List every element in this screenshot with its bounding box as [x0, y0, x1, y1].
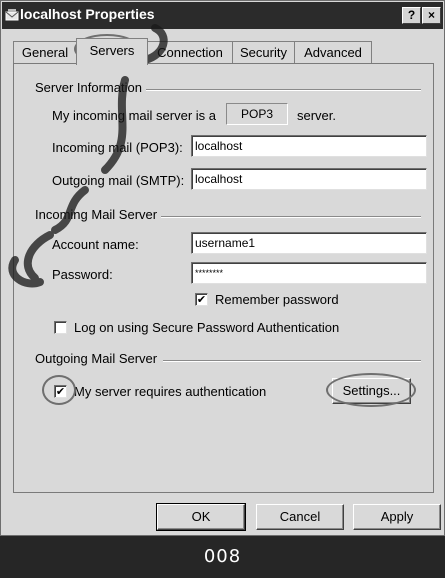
incoming-server-type-suffix: server. [297, 108, 337, 123]
settings-button[interactable]: Settings... [332, 378, 411, 404]
apply-button[interactable]: Apply [353, 504, 441, 530]
incoming-server-heading: Incoming Mail Server [35, 207, 162, 222]
ok-button[interactable]: OK [156, 503, 246, 531]
remember-password-checkbox[interactable]: ✔ [195, 293, 208, 306]
requires-auth-checkbox[interactable]: ✔ [54, 385, 67, 398]
outgoing-mail-field[interactable]: localhost [191, 168, 427, 190]
cancel-button[interactable]: Cancel [256, 504, 344, 530]
caption-bar: 008 [0, 536, 445, 578]
group-divider [163, 360, 421, 362]
password-label: Password: [52, 267, 113, 282]
incoming-mail-label: Incoming mail (POP3): [52, 140, 183, 155]
help-button[interactable]: ? [402, 7, 421, 24]
close-button[interactable]: × [422, 7, 441, 24]
outgoing-server-heading: Outgoing Mail Server [35, 351, 162, 366]
title-bar[interactable]: localhost Properties ? × [2, 2, 443, 29]
server-info-heading: Server Information [35, 80, 146, 95]
properties-dialog: localhost Properties ? × General Servers… [0, 0, 445, 536]
spa-label: Log on using Secure Password Authenticat… [74, 320, 340, 335]
tab-general[interactable]: General [13, 41, 77, 63]
password-field[interactable]: ******** [191, 262, 427, 284]
incoming-mail-field[interactable]: localhost [191, 135, 427, 157]
tab-connection[interactable]: Connection [147, 41, 233, 63]
tab-servers[interactable]: Servers [76, 38, 148, 65]
tab-advanced[interactable]: Advanced [294, 41, 372, 63]
window-title: localhost Properties [20, 6, 155, 22]
group-divider [145, 89, 421, 91]
account-name-field[interactable]: username1 [191, 232, 427, 254]
tab-security[interactable]: Security [232, 41, 295, 63]
mail-properties-icon [5, 8, 19, 22]
spa-checkbox[interactable] [54, 321, 67, 334]
incoming-server-type-prefix: My incoming mail server is a [52, 108, 216, 123]
group-divider [161, 216, 421, 218]
account-name-label: Account name: [52, 237, 139, 252]
requires-auth-label: My server requires authentication [74, 384, 267, 399]
remember-password-label: Remember password [215, 292, 339, 307]
tab-strip: General Servers Connection Security Adva… [13, 38, 433, 65]
outgoing-mail-label: Outgoing mail (SMTP): [52, 173, 185, 188]
server-type-field: POP3 [226, 103, 288, 125]
